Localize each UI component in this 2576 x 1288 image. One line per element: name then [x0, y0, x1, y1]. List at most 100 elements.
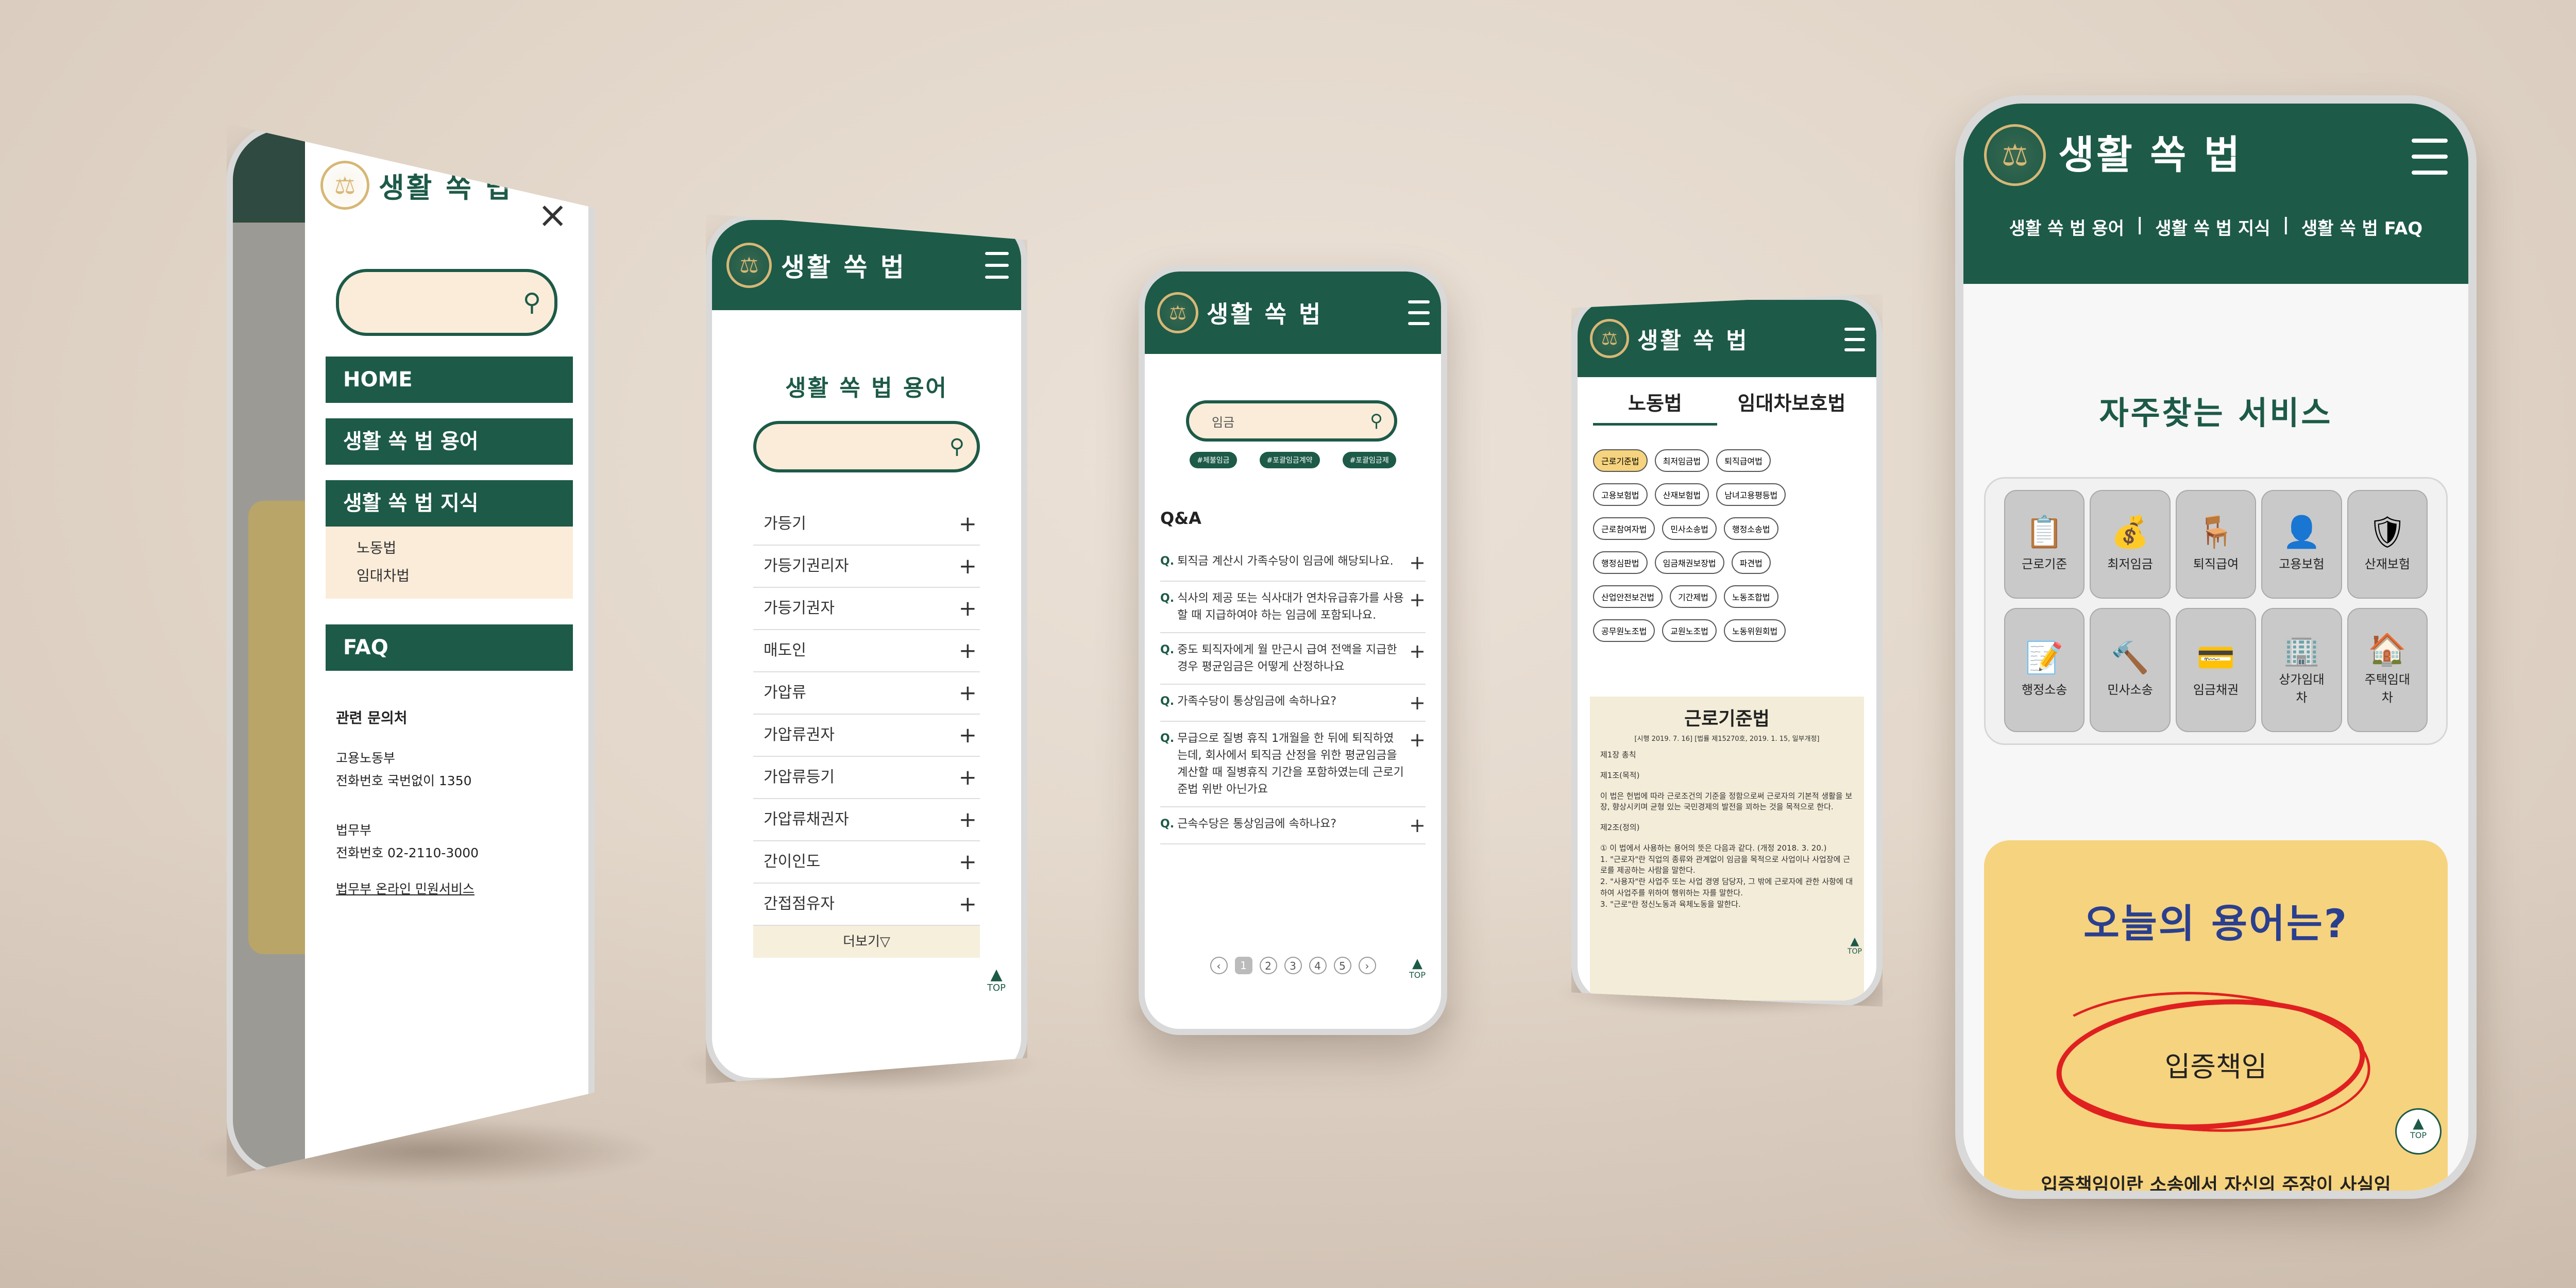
- page-button[interactable]: 5: [1333, 957, 1351, 974]
- plus-icon[interactable]: +: [1409, 553, 1426, 572]
- chip[interactable]: 산업안전보건법: [1593, 585, 1663, 608]
- top-arrow-icon: ▲: [2413, 1114, 2424, 1131]
- list-item[interactable]: 간접점유자 +: [753, 884, 980, 926]
- more-button[interactable]: 더보기▽: [753, 926, 980, 958]
- tag-chip[interactable]: #포괄임금제: [1342, 452, 1396, 468]
- hamburger-icon[interactable]: [2412, 139, 2448, 175]
- nav-faq[interactable]: 생활 쏙 법 FAQ: [2301, 214, 2422, 240]
- page-button[interactable]: 2: [1259, 957, 1277, 974]
- page-button[interactable]: 4: [1309, 957, 1327, 974]
- plus-icon[interactable]: +: [959, 841, 977, 883]
- list-item[interactable]: 가압류채권자 +: [753, 799, 980, 841]
- chip[interactable]: 노동위원회법: [1723, 619, 1786, 642]
- plus-icon[interactable]: +: [1409, 693, 1426, 713]
- search-icon[interactable]: ⚲: [523, 288, 541, 317]
- service-tile[interactable]: 🛡 산재보험: [2347, 490, 2428, 599]
- page-button-active[interactable]: 1: [1234, 957, 1252, 974]
- nav-faq[interactable]: FAQ: [326, 624, 573, 671]
- nav-home[interactable]: HOME: [326, 357, 573, 403]
- list-item[interactable]: Q. 식사의 제공 또는 식사대가 연차유급휴가를 사용할 때 지급하여야 하는…: [1160, 582, 1426, 633]
- submenu-item-labor[interactable]: 노동법: [357, 537, 573, 557]
- chip[interactable]: 민사소송법: [1662, 517, 1717, 540]
- search-icon[interactable]: ⚲: [1370, 411, 1383, 431]
- service-tile[interactable]: 📝 행정소송: [2004, 607, 2085, 732]
- plus-icon[interactable]: +: [959, 799, 977, 840]
- close-icon[interactable]: ×: [537, 197, 568, 233]
- contact-moj-link[interactable]: 법무부 온라인 민원서비스: [336, 879, 573, 897]
- service-tile[interactable]: 🏢 상가임대차: [2261, 607, 2342, 732]
- chip[interactable]: 공무원노조법: [1593, 619, 1655, 642]
- list-item[interactable]: 가압류권자 +: [753, 715, 980, 757]
- top-button[interactable]: ▲ TOP: [987, 967, 1006, 994]
- list-item[interactable]: 가등기권리자 +: [753, 546, 980, 588]
- list-item[interactable]: Q. 중도 퇴직자에게 월 만근시 급여 전액을 지급한 경우 평균임금은 어떻…: [1160, 633, 1426, 685]
- nav-knowledge[interactable]: 생활 쏙 법 지식: [2155, 214, 2270, 240]
- plus-icon[interactable]: +: [959, 630, 977, 671]
- chip[interactable]: 교원노조법: [1662, 619, 1717, 642]
- chip[interactable]: 남녀고용평등법: [1716, 483, 1786, 506]
- tab-lease[interactable]: 임대차보호법: [1717, 387, 1866, 426]
- list-item[interactable]: 매도인 +: [753, 630, 980, 672]
- service-tile[interactable]: 💳 임금채권: [2175, 607, 2257, 732]
- tag-chip[interactable]: #포괄임금계약: [1259, 452, 1320, 468]
- terms-search-input[interactable]: ⚲: [753, 421, 980, 472]
- submenu-item-lease[interactable]: 임대차법: [357, 565, 573, 585]
- list-item[interactable]: 가등기 +: [753, 503, 980, 546]
- chip[interactable]: 행정소송법: [1723, 517, 1778, 540]
- list-item[interactable]: Q. 무급으로 질병 휴직 1개월을 한 뒤에 퇴직하였는데, 회사에서 퇴직금…: [1160, 722, 1426, 807]
- plus-icon[interactable]: +: [959, 884, 977, 925]
- chip[interactable]: 파견법: [1731, 551, 1771, 574]
- today-term[interactable]: 입증책임: [1984, 1044, 2448, 1084]
- plus-icon[interactable]: +: [959, 503, 977, 545]
- plus-icon[interactable]: +: [959, 757, 977, 798]
- hamburger-icon[interactable]: [1844, 328, 1865, 351]
- plus-icon[interactable]: +: [959, 672, 977, 714]
- nav-knowledge[interactable]: 생활 쏙 법 지식: [326, 480, 573, 527]
- service-tile[interactable]: 🏠 주택임대차: [2347, 607, 2428, 732]
- chip[interactable]: 근로참여자법: [1593, 517, 1655, 540]
- list-item[interactable]: 가압류 +: [753, 672, 980, 715]
- plus-icon[interactable]: +: [959, 715, 977, 756]
- qa-search-input[interactable]: 임금 ⚲: [1186, 400, 1397, 442]
- chip[interactable]: 산재보험법: [1654, 483, 1709, 506]
- nav-terms[interactable]: 생활 쏙 법 용어: [326, 418, 573, 465]
- plus-icon[interactable]: +: [1409, 816, 1426, 835]
- service-tile[interactable]: 👤 고용보험: [2261, 490, 2342, 599]
- list-item[interactable]: Q. 가족수당이 통상임금에 속하나요? +: [1160, 685, 1426, 722]
- tag-chip[interactable]: #체불임금: [1190, 452, 1237, 468]
- plus-icon[interactable]: +: [1409, 730, 1426, 798]
- chip[interactable]: 노동조합법: [1723, 585, 1778, 608]
- top-button[interactable]: ▲ TOP: [1409, 957, 1426, 980]
- plus-icon[interactable]: +: [959, 588, 977, 629]
- chip[interactable]: 행정심판법: [1593, 551, 1648, 574]
- service-tile[interactable]: 🪑 퇴직급여: [2175, 490, 2257, 599]
- search-icon[interactable]: ⚲: [950, 435, 964, 459]
- page-button[interactable]: 3: [1284, 957, 1302, 974]
- chip[interactable]: 기간제법: [1670, 585, 1717, 608]
- plus-icon[interactable]: +: [959, 546, 977, 587]
- service-tile[interactable]: 💰 최저임금: [2090, 490, 2171, 599]
- top-button[interactable]: ▲ TOP: [1848, 936, 1862, 956]
- chip[interactable]: 퇴직급여법: [1716, 449, 1771, 472]
- service-tile[interactable]: 🔨 민사소송: [2090, 607, 2171, 732]
- menu-search-input[interactable]: ⚲: [336, 269, 557, 336]
- chip[interactable]: 임금채권보장법: [1654, 551, 1724, 574]
- plus-icon[interactable]: +: [1409, 641, 1426, 675]
- list-item[interactable]: 가압류등기 +: [753, 757, 980, 799]
- chip[interactable]: 최저임금법: [1654, 449, 1709, 472]
- next-page-button[interactable]: ›: [1358, 957, 1376, 974]
- prev-page-button[interactable]: ‹: [1210, 957, 1228, 974]
- plus-icon[interactable]: +: [1409, 590, 1426, 624]
- list-item[interactable]: Q. 퇴직금 계산시 가족수당이 임금에 해당되나요. +: [1160, 545, 1426, 582]
- service-tile[interactable]: 📋 근로기준: [2004, 490, 2085, 599]
- hamburger-icon[interactable]: [1408, 300, 1430, 325]
- list-item[interactable]: 간이인도 +: [753, 841, 980, 884]
- chip-active[interactable]: 근로기준법: [1593, 449, 1648, 472]
- top-button[interactable]: ▲ TOP: [2395, 1108, 2442, 1155]
- chip[interactable]: 고용보험법: [1593, 483, 1648, 506]
- list-item[interactable]: Q. 근속수당은 통상임금에 속하나요? +: [1160, 807, 1426, 844]
- list-item[interactable]: 가등기권자 +: [753, 588, 980, 630]
- tab-labor[interactable]: 노동법: [1593, 387, 1717, 426]
- hamburger-icon[interactable]: [985, 252, 1009, 279]
- nav-terms[interactable]: 생활 쏙 법 용어: [2009, 214, 2124, 240]
